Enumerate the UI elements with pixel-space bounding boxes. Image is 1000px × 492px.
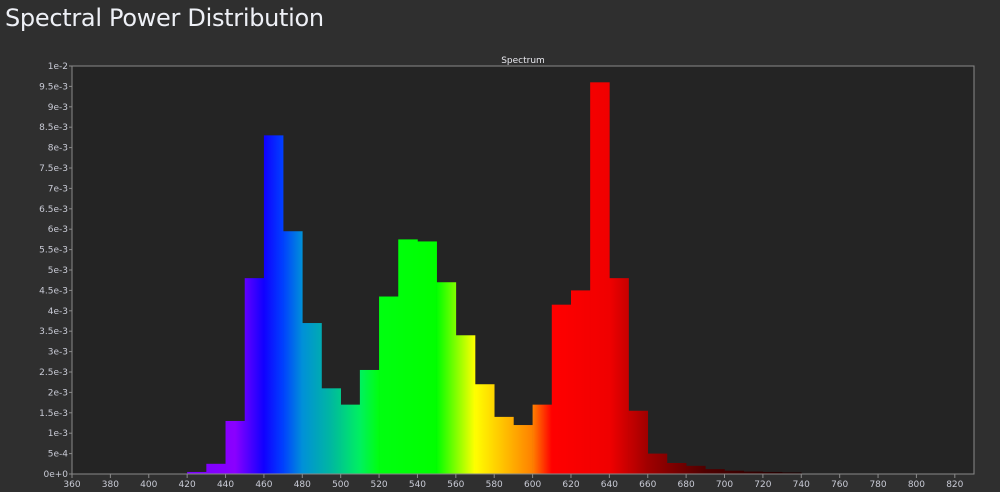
x-tick-label: 760: [831, 480, 848, 490]
x-tick-label: 420: [179, 480, 196, 490]
bar-480: [302, 323, 322, 474]
x-tick-label: 460: [255, 480, 272, 490]
x-tick-label: 680: [678, 480, 695, 490]
y-tick-label: 6e-3: [48, 225, 68, 235]
x-tick-label: 400: [140, 480, 157, 490]
y-tick-label: 9.5e-3: [39, 82, 68, 92]
y-tick-label: 3.5e-3: [39, 327, 68, 337]
x-tick-label: 620: [562, 480, 579, 490]
y-tick-label: 7e-3: [48, 184, 68, 194]
bar-500: [340, 404, 361, 474]
x-axis: 360 380 400 420 440 460 480 500 520 540 560 580 600 6…: [63, 474, 964, 490]
bar-690: [705, 469, 725, 474]
y-tick-label: 5e-3: [48, 266, 68, 276]
bar-590: [513, 425, 533, 474]
x-tick-label: 540: [409, 480, 426, 490]
x-tick-label: 560: [447, 480, 464, 490]
bar-530: [398, 239, 418, 474]
bar-560: [455, 335, 476, 474]
y-tick-label: 1e-2: [48, 62, 68, 72]
bar-680: [686, 465, 706, 474]
y-tick-label: 4.5e-3: [39, 286, 68, 296]
x-tick-label: 380: [102, 480, 119, 490]
y-tick-label: 1.5e-3: [39, 409, 68, 419]
chart-title: Spectrum: [501, 56, 545, 66]
bar-540: [417, 241, 437, 474]
bar-520: [379, 296, 399, 474]
x-tick-label: 820: [946, 480, 963, 490]
y-tick-label: 2e-3: [48, 388, 68, 398]
x-tick-label: 600: [524, 480, 541, 490]
bar-620: [570, 290, 591, 474]
x-tick-label: 640: [601, 480, 618, 490]
bar-630: [590, 82, 610, 474]
x-tick-label: 580: [486, 480, 503, 490]
bar-430: [206, 463, 226, 474]
bar-460: [263, 135, 284, 475]
bar-490: [321, 388, 341, 474]
bar-580: [494, 416, 514, 474]
y-tick-label: 2.5e-3: [39, 368, 68, 378]
x-tick-label: 740: [793, 480, 810, 490]
bar-600: [532, 404, 553, 474]
y-tick-label: 8e-3: [48, 144, 68, 154]
bar-470: [283, 231, 303, 474]
bar-450: [244, 278, 265, 474]
y-tick-label: 5e-4: [48, 450, 69, 460]
y-tick-label: 6.5e-3: [39, 205, 68, 215]
spectrum-chart: Spectrum 360 380 400 420 440 460 480 500 520 540 5…: [39, 56, 975, 490]
x-tick-label: 480: [294, 480, 311, 490]
bar-660: [647, 453, 668, 474]
y-tick-label: 7.5e-3: [39, 164, 68, 174]
x-tick-label: 500: [332, 480, 349, 490]
y-tick-label: 3e-3: [48, 348, 68, 358]
y-tick-label: 0e+0: [43, 470, 68, 480]
x-tick-label: 660: [639, 480, 656, 490]
bar-570: [475, 384, 495, 474]
x-tick-label: 360: [63, 480, 80, 490]
x-tick-label: 780: [869, 480, 886, 490]
y-axis: 0e+0 5e-4 1e-3 1.5e-3 2e-3 2.5e-3 3e-3 3.5e-3 4e…: [39, 62, 72, 480]
bar-640: [609, 278, 629, 474]
x-tick-label: 700: [716, 480, 733, 490]
y-tick-label: 8.5e-3: [39, 123, 68, 133]
bar-510: [359, 369, 380, 474]
x-tick-label: 720: [754, 480, 771, 490]
bar-650: [628, 410, 649, 474]
y-tick-label: 9e-3: [48, 103, 68, 113]
plot-area: [72, 66, 974, 474]
bar-440: [225, 420, 246, 474]
y-tick-label: 5.5e-3: [39, 246, 68, 256]
x-tick-label: 800: [908, 480, 925, 490]
y-tick-label: 4e-3: [48, 307, 68, 317]
x-tick-label: 520: [370, 480, 387, 490]
bar-670: [666, 462, 687, 474]
bar-610: [551, 304, 572, 474]
y-tick-label: 1e-3: [48, 429, 68, 439]
x-tick-label: 440: [217, 480, 234, 490]
bar-550: [436, 282, 457, 474]
